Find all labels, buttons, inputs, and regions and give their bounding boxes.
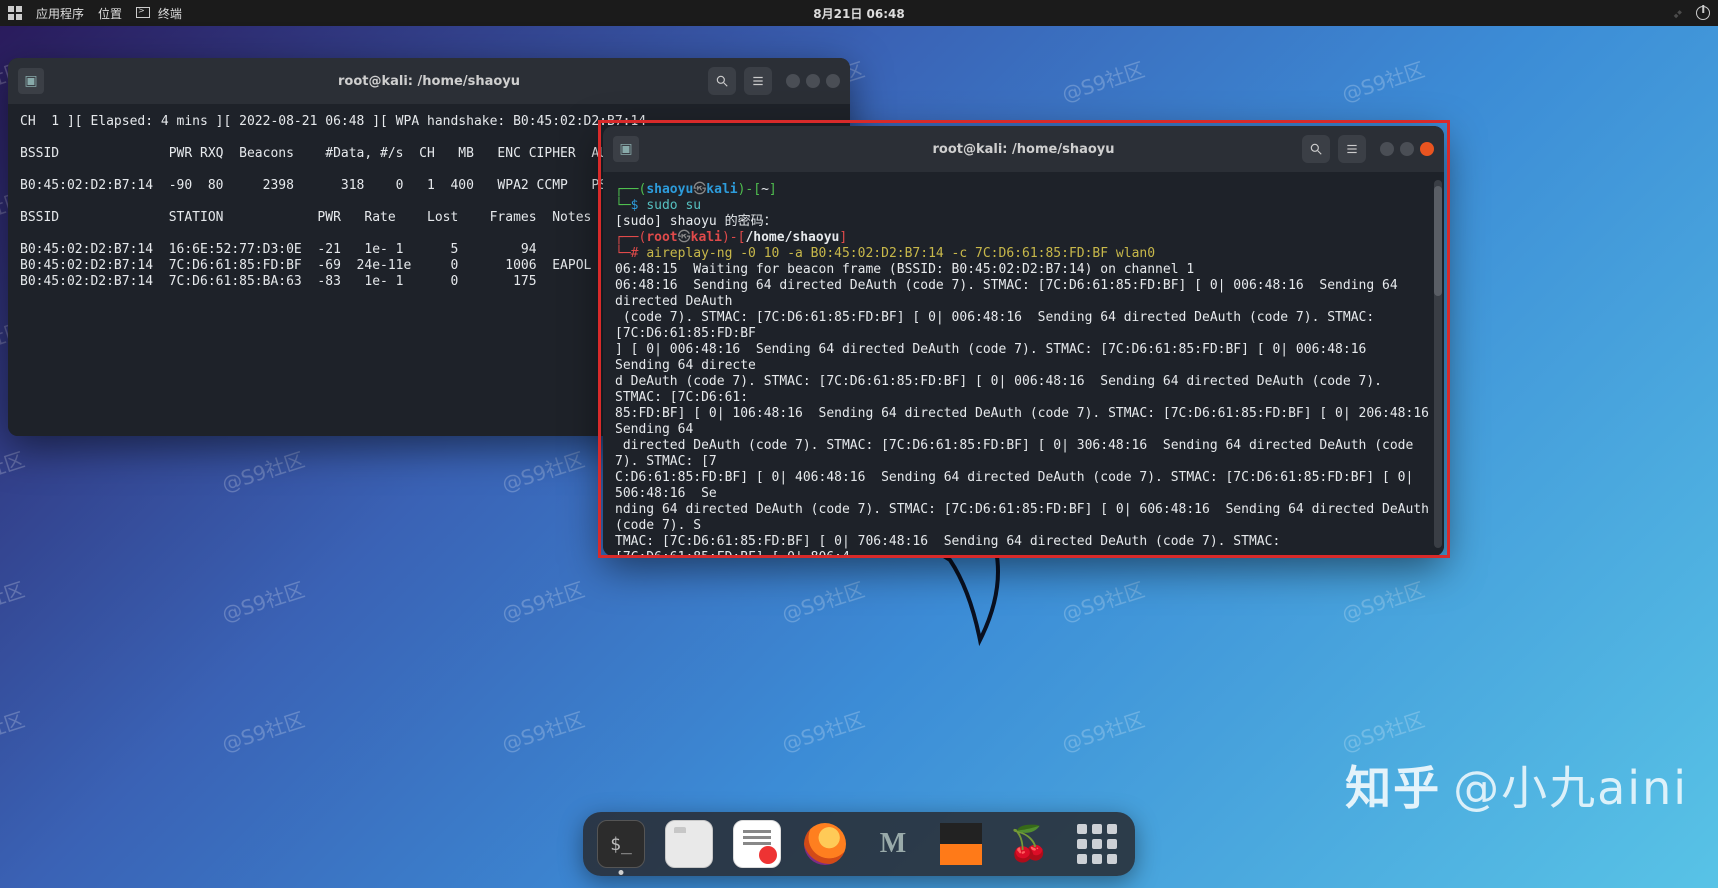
terminal-window-aireplay[interactable]: ▣ root@kali: /home/shaoyu ┌──(shaoyu㉿kal… <box>603 126 1444 556</box>
dock-firefox[interactable] <box>801 820 849 868</box>
dock-all-apps[interactable] <box>1073 820 1121 868</box>
scroll-thumb[interactable] <box>1434 186 1442 296</box>
prompt-cwd: /home/shaoyu <box>745 230 839 245</box>
dock-metasploit[interactable]: M <box>869 820 917 868</box>
grid-icon <box>1077 824 1117 864</box>
cmd-aireplay: aireplay-ng -0 10 -a B0:45:02:D2:B7:14 -… <box>646 246 1155 261</box>
airodump-summary: CH 1 ][ Elapsed: 4 mins ][ 2022-08-21 06… <box>20 114 646 129</box>
titlebar[interactable]: ▣ root@kali: /home/shaoyu <box>603 126 1444 172</box>
sudo-prompt: [sudo] shaoyu 的密码： <box>615 214 777 229</box>
search-icon[interactable] <box>708 67 736 95</box>
power-icon[interactable] <box>1696 6 1710 20</box>
burp-icon <box>940 823 982 865</box>
dock-burpsuite[interactable] <box>937 820 985 868</box>
network-icon[interactable] <box>1672 6 1686 20</box>
panel-clock[interactable]: 8月21日 06:48 <box>813 5 904 22</box>
prompt-root: root <box>646 230 677 245</box>
deauth-output: 06:48:16 Sending 64 directed DeAuth (cod… <box>615 278 1444 556</box>
terminal-icon <box>136 7 150 18</box>
panel-places[interactable]: 位置 <box>98 5 122 22</box>
maximize-button[interactable] <box>806 74 820 88</box>
scrollbar[interactable] <box>1434 180 1442 548</box>
panel-apps[interactable]: 应用程序 <box>36 5 84 22</box>
top-panel: 应用程序 位置 终端 8月21日 06:48 <box>0 0 1718 26</box>
prompt-user: shaoyu <box>646 182 693 197</box>
close-button <box>826 74 840 88</box>
dock-text-editor[interactable] <box>733 820 781 868</box>
firefox-icon <box>804 823 846 865</box>
station-row: B0:45:02:D2:B7:14 16:6E:52:77:D3:0E -21 … <box>20 242 670 257</box>
author-overlay: 知乎 @小九aini <box>1345 752 1688 818</box>
dock-cherrytree[interactable]: 🍒 <box>1005 820 1053 868</box>
panel-terminal[interactable]: 终端 <box>136 5 182 22</box>
cmd-sudo: sudo su <box>646 198 701 213</box>
beacon-wait: 06:48:15 Waiting for beacon frame (BSSID… <box>615 262 1194 277</box>
close-button[interactable] <box>1420 142 1434 156</box>
prompt-cwd: ~ <box>761 182 769 197</box>
window-title: root@kali: /home/shaoyu <box>338 74 520 89</box>
hamburger-menu-icon[interactable] <box>744 67 772 95</box>
window-title: root@kali: /home/shaoyu <box>932 142 1114 157</box>
prompt-host: kali <box>691 230 722 245</box>
dock-files[interactable] <box>665 820 713 868</box>
activities-icon[interactable] <box>8 6 22 20</box>
zhihu-logo: 知乎 <box>1345 752 1441 818</box>
search-icon[interactable] <box>1302 135 1330 163</box>
ap-header: BSSID PWR RXQ Beacons #Data, #/s CH MB E… <box>20 146 670 161</box>
titlebar[interactable]: ▣ root@kali: /home/shaoyu <box>8 58 850 104</box>
station-row: B0:45:02:D2:B7:14 7C:D6:61:85:BA:63 -83 … <box>20 274 537 289</box>
dock-terminal[interactable]: $_ <box>597 820 645 868</box>
minimize-button[interactable] <box>1380 142 1394 156</box>
prompt-host: kali <box>706 182 737 197</box>
maximize-button[interactable] <box>1400 142 1414 156</box>
station-header: BSSID STATION PWR Rate Lost Frames Notes… <box>20 210 654 225</box>
dock: $_ M 🍒 <box>583 812 1135 876</box>
author-handle: @小九aini <box>1453 752 1688 818</box>
hamburger-menu-icon[interactable] <box>1338 135 1366 163</box>
station-row: B0:45:02:D2:B7:14 7C:D6:61:85:FD:BF -69 … <box>20 258 591 273</box>
panel-terminal-label: 终端 <box>158 7 182 21</box>
ap-row: B0:45:02:D2:B7:14 -90 80 2398 318 0 1 40… <box>20 178 685 193</box>
new-tab-icon[interactable]: ▣ <box>18 68 44 94</box>
new-tab-icon[interactable]: ▣ <box>613 136 639 162</box>
minimize-button[interactable] <box>786 74 800 88</box>
terminal-output[interactable]: ┌──(shaoyu㉿kali)-[~] └─$ sudo su [sudo] … <box>603 172 1444 556</box>
